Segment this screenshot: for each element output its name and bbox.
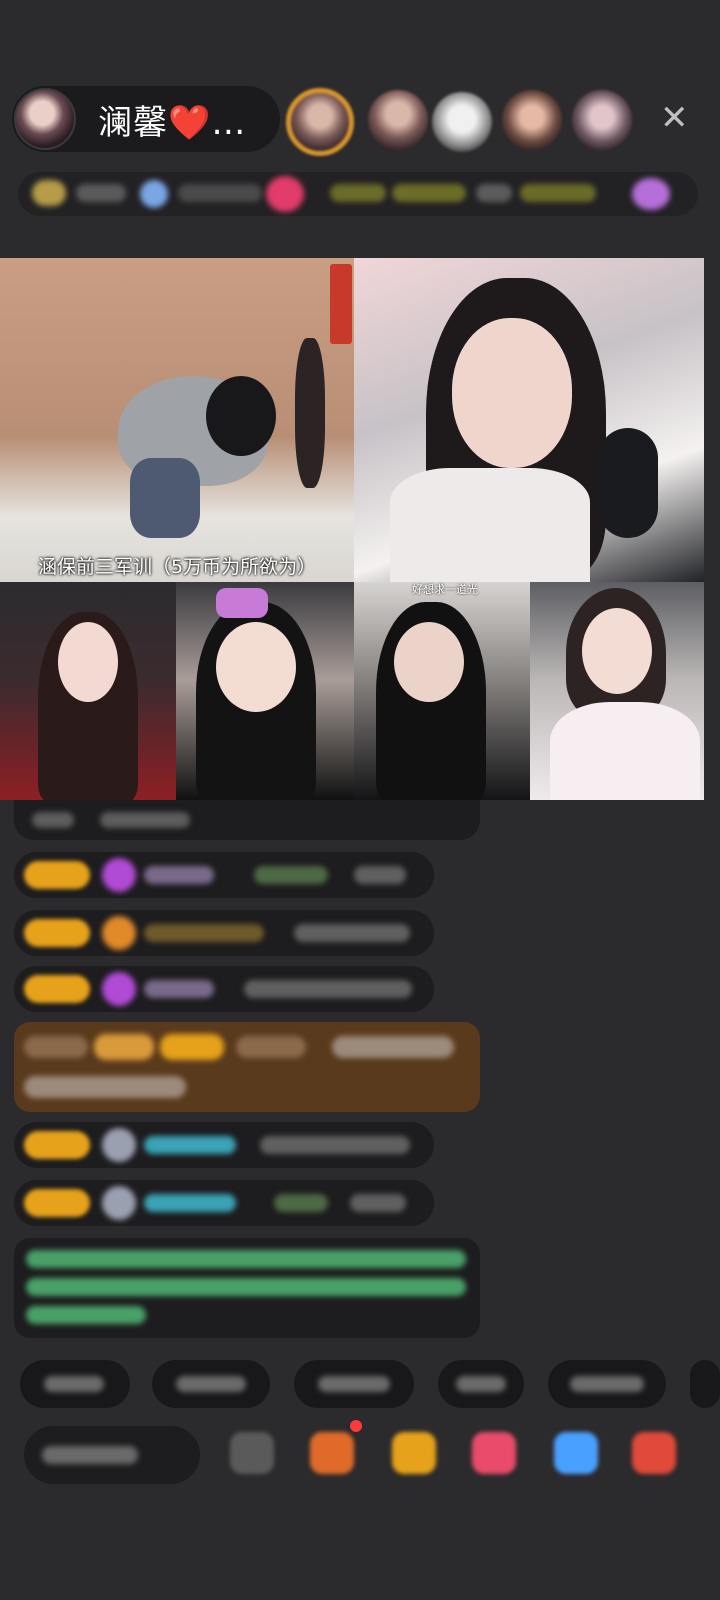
info-chip xyxy=(330,184,386,202)
chat-message xyxy=(14,1122,434,1168)
viewer-avatar[interactable] xyxy=(368,90,428,150)
quick-action-pill[interactable] xyxy=(294,1360,414,1408)
video-caption: 涵保前三军训（5万币为所欲为） xyxy=(38,556,317,578)
chat-input[interactable] xyxy=(24,1426,200,1484)
chat-message xyxy=(14,966,434,1012)
info-chip xyxy=(520,184,596,202)
info-chip xyxy=(632,178,670,210)
highlight-message xyxy=(14,1022,480,1112)
host-avatar[interactable] xyxy=(14,88,76,150)
info-chip xyxy=(140,180,168,208)
chat-message xyxy=(14,800,480,840)
video-tile-5[interactable] xyxy=(354,582,530,800)
chat-message xyxy=(14,852,434,898)
info-chip xyxy=(392,184,466,202)
info-chip xyxy=(76,184,126,202)
video-tile-4[interactable] xyxy=(176,582,354,800)
host-info-pill[interactable]: 澜馨❤️… xyxy=(12,86,280,152)
video-tile-2[interactable] xyxy=(354,258,704,582)
viewer-avatar[interactable] xyxy=(286,88,354,156)
info-chip xyxy=(178,184,262,202)
video-tag: 好想求一道光 xyxy=(412,583,478,596)
video-tile-6[interactable] xyxy=(530,582,704,800)
quick-action-pill[interactable] xyxy=(690,1360,720,1408)
emoji-icon[interactable] xyxy=(230,1432,274,1474)
system-message xyxy=(14,1238,480,1338)
quick-action-pill[interactable] xyxy=(438,1360,524,1408)
quick-action-pill[interactable] xyxy=(152,1360,270,1408)
notification-dot xyxy=(350,1420,362,1432)
viewer-avatar[interactable] xyxy=(432,92,492,152)
game-icon[interactable] xyxy=(554,1432,598,1474)
host-name[interactable]: 澜馨❤️… xyxy=(98,95,246,144)
viewer-avatar[interactable] xyxy=(572,90,632,150)
chat-message xyxy=(14,1180,434,1226)
bag-icon[interactable] xyxy=(392,1432,436,1474)
gift-icon[interactable] xyxy=(310,1432,354,1474)
info-chip xyxy=(266,176,304,212)
pk-icon[interactable] xyxy=(472,1432,516,1474)
video-tile-3[interactable] xyxy=(0,582,176,800)
close-icon[interactable]: ✕ xyxy=(660,98,689,138)
quick-action-pill[interactable] xyxy=(548,1360,666,1408)
more-icon[interactable] xyxy=(632,1432,676,1474)
viewer-avatar[interactable] xyxy=(502,90,562,150)
level-badge xyxy=(32,180,66,206)
info-chip xyxy=(476,184,512,202)
chat-message xyxy=(14,910,434,956)
quick-action-pill[interactable] xyxy=(20,1360,130,1408)
video-tile-main[interactable] xyxy=(0,258,354,582)
